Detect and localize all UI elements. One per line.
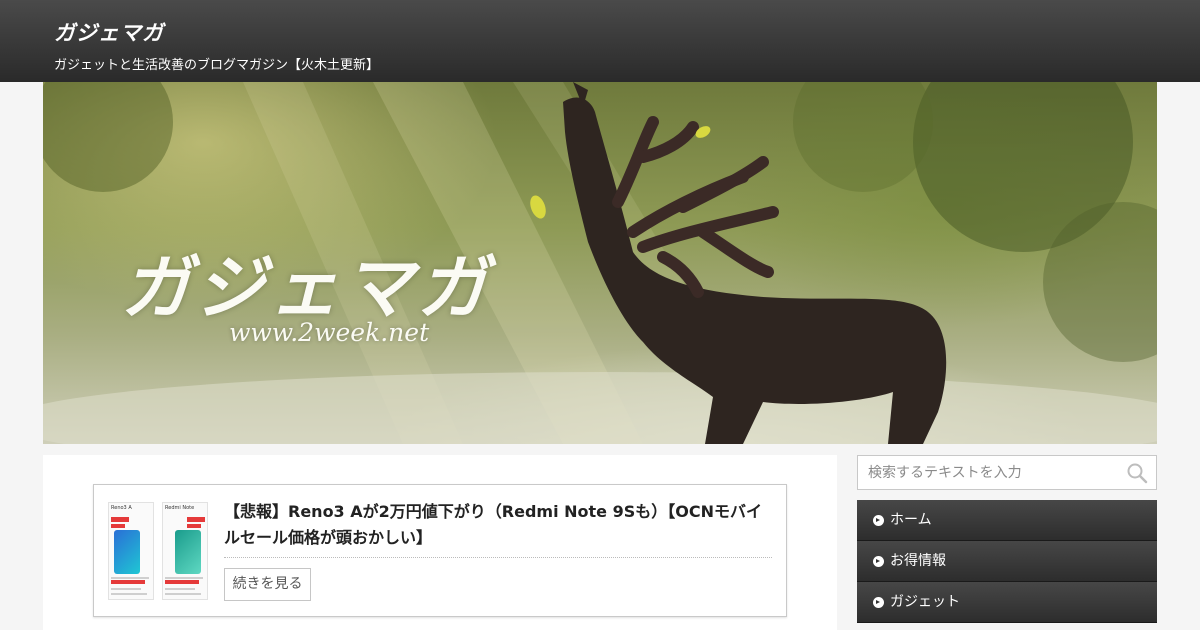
sidebar-item-label: ガジェット — [890, 594, 960, 610]
thumbnail-left-label: Reno3 A — [111, 505, 132, 511]
circle-arrow-icon — [873, 556, 884, 567]
hero-url-text: www.2week.net — [229, 318, 430, 347]
main-content: Reno3 A Redmi Note 【悲報】Reno3 Aが2万円値下がり（R… — [43, 455, 837, 630]
post-title-link[interactable]: 【悲報】Reno3 Aが2万円値下がり（Redmi Note 9Sも）【OCNモ… — [224, 499, 772, 551]
thumbnail-phone-right: Redmi Note — [162, 502, 208, 600]
post-divider — [224, 557, 772, 558]
header-banner-image[interactable]: ガジェマガ www.2week.net — [43, 82, 1157, 444]
sidebar-item-deals[interactable]: お得情報 — [857, 541, 1157, 582]
circle-arrow-icon — [873, 597, 884, 608]
sidebar-item-home[interactable]: ホーム — [857, 500, 1157, 541]
search-icon[interactable] — [1126, 462, 1148, 484]
sidebar-nav: ホーム お得情報 ガジェット — [857, 500, 1157, 623]
sidebar-item-label: お得情報 — [890, 553, 946, 569]
sidebar-item-label: ホーム — [890, 512, 932, 528]
site-header: ガジェマガ ガジェットと生活改善のブログマガジン【火木土更新】 — [0, 0, 1200, 82]
site-description: ガジェットと生活改善のブログマガジン【火木土更新】 — [54, 58, 380, 73]
search-box — [857, 455, 1157, 490]
thumbnail-phone-left: Reno3 A — [108, 502, 154, 600]
search-input[interactable] — [858, 456, 1120, 489]
site-title[interactable]: ガジェマガ — [54, 17, 164, 47]
sidebar-item-gadgets[interactable]: ガジェット — [857, 582, 1157, 623]
post-card[interactable]: Reno3 A Redmi Note 【悲報】Reno3 Aが2万円値下がり（R… — [93, 484, 787, 617]
circle-arrow-icon — [873, 515, 884, 526]
post-thumbnail[interactable]: Reno3 A Redmi Note — [108, 502, 210, 600]
thumbnail-right-label: Redmi Note — [165, 505, 195, 511]
read-more-button[interactable]: 続きを見る — [224, 568, 311, 601]
